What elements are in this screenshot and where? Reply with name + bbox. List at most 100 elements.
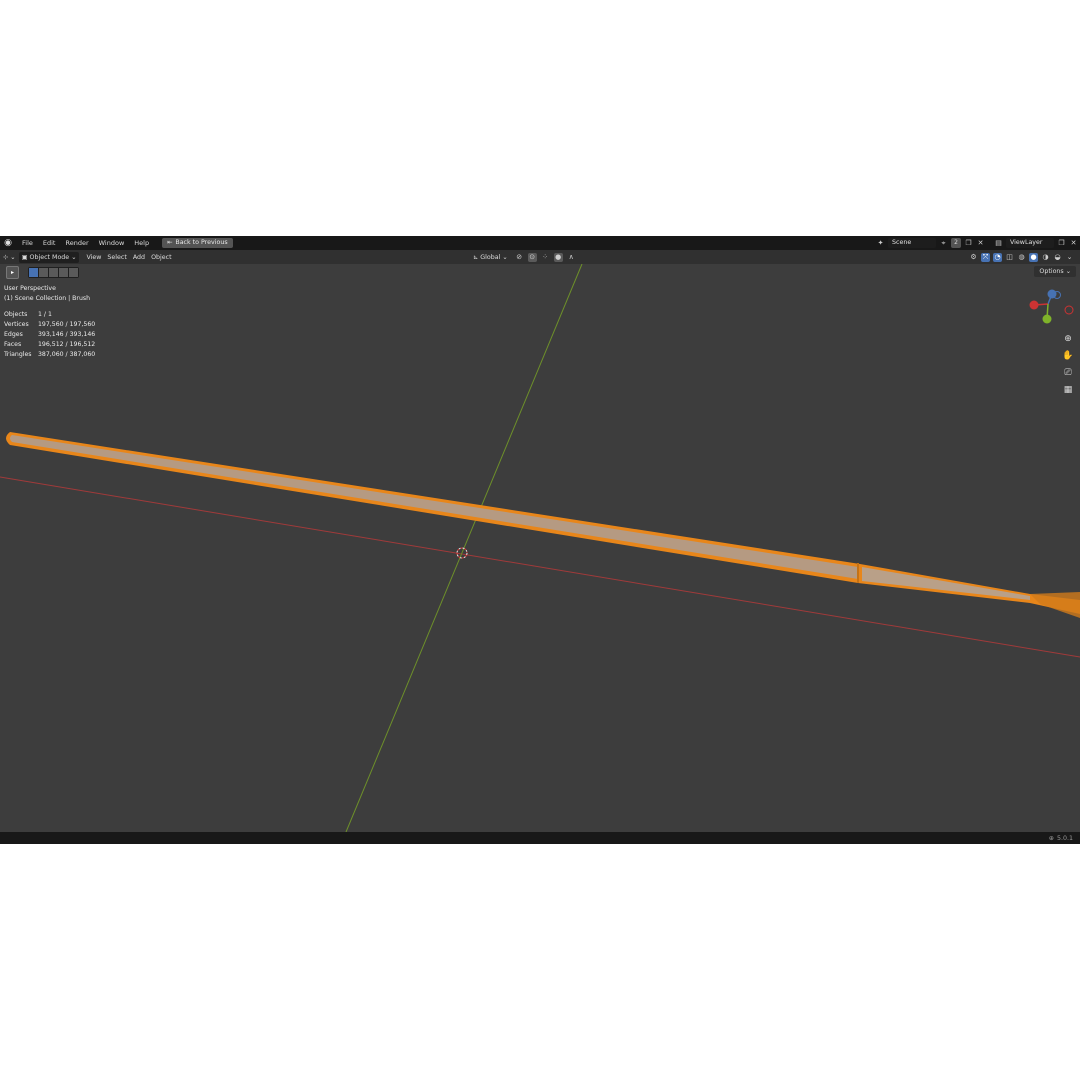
stat-value: 197,560 / 197,560 bbox=[38, 321, 96, 328]
select-tool-icon[interactable]: ▸ bbox=[6, 266, 19, 279]
chevron-down-icon[interactable]: ⌄ bbox=[1065, 253, 1074, 262]
select-extend-icon[interactable] bbox=[39, 268, 48, 277]
menu-view[interactable]: View bbox=[83, 252, 104, 263]
duplicate-scene-icon[interactable]: ❐ bbox=[964, 239, 973, 248]
globe-icon: ⊕ bbox=[1048, 834, 1054, 842]
navigation-gizmo[interactable] bbox=[1029, 289, 1074, 324]
tool-header: ▸ bbox=[6, 266, 79, 279]
top-menu-bar: ◉ File Edit Render Window Help ⇤ Back to… bbox=[0, 236, 1080, 250]
wireframe-shading-icon[interactable]: ◍ bbox=[1017, 253, 1026, 262]
brush-mesh[interactable] bbox=[6, 432, 1080, 618]
editor-type-button[interactable]: ⊹ ⌄ bbox=[0, 252, 19, 263]
xray-toggle-icon[interactable]: ◫ bbox=[1005, 253, 1014, 262]
rendered-shading-icon[interactable]: ◒ bbox=[1053, 253, 1062, 262]
object-mode-icon: ▣ bbox=[21, 253, 28, 261]
falloff-icon[interactable]: ∧ bbox=[567, 253, 576, 262]
status-bar: ⊕ 5.0.1 bbox=[0, 832, 1080, 844]
scene-name: Scene bbox=[892, 239, 912, 246]
view-layer-name: ViewLayer bbox=[1010, 239, 1043, 246]
new-view-layer-icon[interactable]: ❐ bbox=[1057, 239, 1066, 248]
zoom-icon[interactable]: ⊕ bbox=[1061, 332, 1075, 346]
stat-row: Vertices 197,560 / 197,560 bbox=[4, 320, 95, 330]
selection-mode-group bbox=[28, 267, 79, 278]
visibility-icon[interactable]: ⚙ bbox=[969, 253, 978, 262]
stat-label: Triangles bbox=[4, 351, 32, 358]
proportional-editing-icon[interactable]: ● bbox=[553, 252, 563, 262]
overlay-toggle-icon[interactable]: ◔ bbox=[993, 252, 1002, 262]
stat-label: Objects bbox=[4, 311, 28, 318]
view-layer-selector[interactable]: ViewLayer bbox=[1006, 238, 1054, 248]
pin-icon[interactable]: ⌖ bbox=[939, 239, 948, 248]
options-label: Options bbox=[1039, 268, 1064, 275]
select-invert-icon[interactable] bbox=[59, 268, 68, 277]
gizmo-toggle-icon[interactable]: ⤧ bbox=[981, 252, 990, 262]
solid-shading-icon[interactable]: ● bbox=[1029, 252, 1038, 262]
select-subtract-icon[interactable] bbox=[49, 268, 58, 277]
blender-logo-icon[interactable]: ◉ bbox=[3, 238, 13, 248]
mode-selector[interactable]: ▣ Object Mode ⌄ bbox=[18, 251, 80, 263]
view-layer-icon[interactable]: ▤ bbox=[994, 239, 1003, 248]
gizmo-x-neg-axis[interactable] bbox=[1064, 305, 1074, 315]
snap-target-icon[interactable]: ⁘ bbox=[541, 253, 550, 262]
menu-file[interactable]: File bbox=[17, 236, 38, 250]
options-dropdown[interactable]: Options ⌄ bbox=[1034, 266, 1076, 277]
perspective-toggle-icon[interactable]: ▦ bbox=[1061, 383, 1075, 397]
mode-label: Object Mode bbox=[29, 253, 70, 261]
remove-view-layer-icon[interactable]: ✕ bbox=[1069, 239, 1078, 248]
gizmo-z-axis[interactable] bbox=[1047, 289, 1057, 299]
chevron-down-icon: ⌄ bbox=[502, 253, 508, 261]
stat-label: Edges bbox=[4, 331, 23, 338]
stat-row: Faces 196,512 / 196,512 bbox=[4, 340, 95, 350]
orientation-label: Global bbox=[480, 253, 501, 261]
scene-statistics: Objects 1 / 1 Vertices 197,560 / 197,560 E… bbox=[4, 310, 95, 360]
menu-object[interactable]: Object bbox=[148, 252, 175, 263]
menu-add[interactable]: Add bbox=[130, 252, 148, 263]
snap-icon[interactable]: ⊙ bbox=[527, 252, 537, 262]
select-new-icon[interactable] bbox=[29, 268, 38, 277]
scene-selector[interactable]: Scene bbox=[888, 238, 936, 248]
material-shading-icon[interactable]: ◑ bbox=[1041, 253, 1050, 262]
viewport-header: ⊹ ⌄ ▣ Object Mode ⌄ View Select Add Objec… bbox=[0, 250, 1080, 264]
stat-row: Triangles 387,060 / 387,060 bbox=[4, 350, 95, 360]
delete-scene-icon[interactable]: ✕ bbox=[976, 239, 985, 248]
chevron-down-icon: ⌄ bbox=[10, 253, 16, 261]
transform-tools: ⊾ Global ⌄ ⊘ ⊙ ⁘ ● ∧ bbox=[470, 252, 576, 262]
orientation-selector[interactable]: ⊾ Global ⌄ bbox=[470, 252, 511, 263]
scene-icon[interactable]: ✦ bbox=[876, 239, 885, 248]
collection-label: (1) Scene Collection | Brush bbox=[4, 295, 91, 302]
viewport-shading-tools: ⚙ ⤧ ◔ ◫ ◍ ● ◑ ◒ ⌄ bbox=[969, 252, 1074, 262]
back-icon: ⇤ bbox=[167, 239, 173, 246]
scene-controls: ✦ Scene ⌖ 2 ❐ ✕ ▤ ViewLayer ❐ ✕ bbox=[876, 238, 1078, 248]
back-to-previous-button[interactable]: ⇤ Back to Previous bbox=[162, 238, 233, 248]
chevron-down-icon: ⌄ bbox=[1065, 268, 1071, 275]
menu-edit[interactable]: Edit bbox=[38, 236, 61, 250]
3d-viewport[interactable] bbox=[0, 236, 1080, 844]
select-intersect-icon[interactable] bbox=[69, 268, 78, 277]
stat-row: Edges 393,146 / 393,146 bbox=[4, 330, 95, 340]
version-info: ⊕ 5.0.1 bbox=[1049, 835, 1073, 842]
perspective-label: User Perspective bbox=[4, 285, 56, 292]
pivot-point-icon[interactable]: ⊘ bbox=[515, 253, 524, 262]
version-label: 5.0.1 bbox=[1056, 834, 1073, 842]
chevron-down-icon: ⌄ bbox=[71, 253, 77, 261]
menu-render[interactable]: Render bbox=[60, 236, 93, 250]
editor-type-icon: ⊹ bbox=[3, 253, 9, 261]
back-to-previous-label: Back to Previous bbox=[175, 239, 228, 246]
gizmo-x-axis[interactable] bbox=[1029, 300, 1039, 310]
scene-user-count: 2 bbox=[951, 238, 961, 248]
blender-window: ◉ File Edit Render Window Help ⇤ Back to… bbox=[0, 236, 1080, 844]
menu-select[interactable]: Select bbox=[104, 252, 129, 263]
stat-row: Objects 1 / 1 bbox=[4, 310, 95, 320]
camera-view-icon[interactable]: ⎚ bbox=[1061, 366, 1075, 380]
pan-hand-icon[interactable]: ✋ bbox=[1061, 349, 1075, 363]
stat-value: 387,060 / 387,060 bbox=[38, 351, 96, 358]
menu-help[interactable]: Help bbox=[129, 236, 154, 250]
stat-value: 196,512 / 196,512 bbox=[38, 341, 96, 348]
gizmo-y-axis[interactable] bbox=[1042, 314, 1052, 324]
x-axis-line bbox=[0, 476, 1080, 658]
stat-value: 393,146 / 393,146 bbox=[38, 331, 96, 338]
orientation-icon: ⊾ bbox=[473, 253, 479, 261]
stat-label: Vertices bbox=[4, 321, 29, 328]
menu-window[interactable]: Window bbox=[94, 236, 130, 250]
viewport-text-overlay: User Perspective (1) Scene Collection | … bbox=[4, 284, 95, 360]
